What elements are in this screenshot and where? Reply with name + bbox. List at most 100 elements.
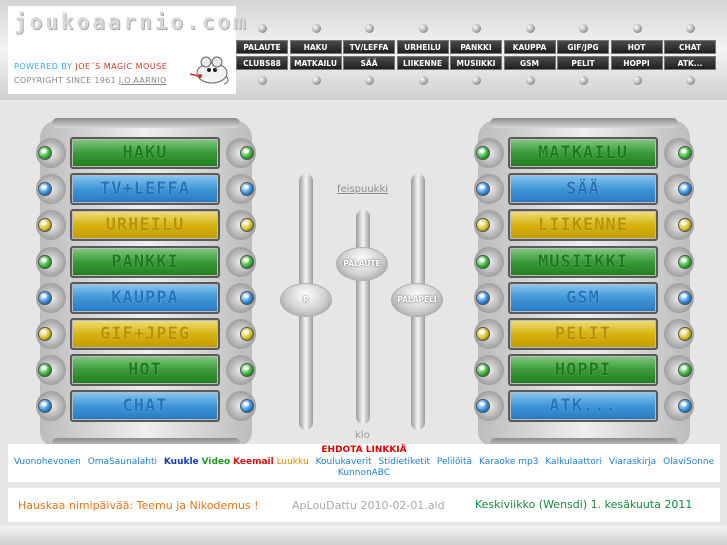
link-stidietiketit[interactable]: Stidietiketit [378, 457, 430, 467]
panel-button-sää[interactable]: SÄÄ [508, 173, 658, 206]
link-kuukle[interactable]: Kuukle Video Keemail Luukku [164, 457, 309, 467]
nav-button[interactable]: KAUPPA [503, 40, 556, 54]
panel-row: CHAT [36, 390, 256, 423]
site-logo[interactable]: joukoaarnio.com [14, 10, 249, 34]
link-vuonohevonen[interactable]: Vuonohevonen [14, 457, 81, 467]
bottom-bar [0, 526, 727, 545]
panel-button-hoppi[interactable]: HOPPI [508, 354, 658, 387]
nav-indicator-dot [365, 24, 374, 33]
nav-button[interactable]: TV/LEFFA [343, 40, 395, 54]
panel-button-gsm[interactable]: GSM [508, 281, 658, 314]
panel-button-pankki[interactable]: PANKKI [70, 245, 220, 278]
nav-button[interactable]: GSM [503, 56, 556, 70]
glass-ball-icon [38, 363, 52, 378]
glass-ball-icon [240, 327, 254, 341]
footer: Hauskaa nimipäivää: Teemu ja Nikodemus !… [8, 488, 720, 522]
nav-indicator-dot [418, 24, 428, 33]
panel-row: PANKKI [36, 245, 256, 278]
nav-dots-top [236, 22, 720, 36]
kuukle-word-1: Kuukle [163, 457, 199, 467]
panel-button-liikenne[interactable]: LIIKENNE [508, 209, 658, 242]
nav-indicator-dot [311, 76, 321, 85]
link-viaraskirja[interactable]: Viaraskirja [609, 457, 656, 467]
nav-button[interactable]: URHEILU [396, 40, 449, 54]
glass-ball-icon [476, 218, 490, 233]
nav-indicator-dot [418, 76, 428, 85]
chrome-knob-icon [36, 282, 66, 313]
nav-button[interactable]: SÄÄ [343, 56, 395, 70]
link-karaoke[interactable]: Karaoke mp3 [479, 457, 538, 467]
nav-button[interactable]: HOT [610, 40, 663, 54]
panel-button-haku[interactable]: HAKU [70, 137, 220, 169]
glass-ball-icon [240, 290, 254, 305]
nav-button[interactable]: MATKAILU [289, 56, 342, 70]
panel-button-label: GIF+JPEG [100, 324, 190, 344]
nav-indicator-dot [258, 24, 267, 33]
glass-ball-icon [38, 254, 52, 269]
glass-ball-icon [678, 363, 692, 378]
panel-button-musiikki[interactable]: MUSIIKKI [508, 245, 658, 278]
panel-button-matkailu[interactable]: MATKAILU [508, 137, 658, 169]
link-kalkulaattori[interactable]: Kalkulaattori [545, 457, 602, 467]
palapeli-slider-knob[interactable]: PALAPELI [391, 283, 443, 317]
link-kunnonabc[interactable]: KunnonABC [338, 468, 390, 478]
nav-button[interactable]: CLUBS88 [236, 56, 288, 70]
panel-button-urheilu[interactable]: URHEILU [70, 209, 220, 242]
panel-button-label: CHAT [122, 396, 168, 417]
chrome-knob-icon [664, 355, 694, 386]
glass-ball-icon [678, 290, 692, 305]
suggest-link-title[interactable]: EHDOTA LINKKIÄ [8, 445, 720, 455]
nav-indicator-dot [632, 76, 642, 85]
chrome-knob-icon [664, 391, 694, 422]
nav-button[interactable]: LIIKENNE [396, 56, 449, 70]
suggested-links: EHDOTA LINKKIÄ Vuonohevonen OmaSaunalaht… [8, 444, 720, 482]
chrome-knob-icon [226, 319, 256, 349]
chrome-knob-icon [664, 282, 694, 313]
nav-button[interactable]: PELIT [557, 56, 609, 70]
palaute-slider-knob[interactable]: PALAUTE [336, 247, 388, 281]
nav-button[interactable]: CHAT [664, 40, 716, 54]
nav-button[interactable]: PANKKI [450, 40, 502, 54]
link-omasaunalahti[interactable]: OmaSaunalahti [88, 457, 157, 467]
link-pelilo[interactable]: Pelilöitä [437, 457, 472, 467]
panel-button-chat[interactable]: CHAT [70, 390, 220, 423]
nav-button[interactable]: ATK... [664, 56, 716, 70]
nav-button[interactable]: MUSIIKKI [450, 56, 502, 70]
panel-row: SÄÄ [474, 173, 694, 206]
nav-indicator-dot [365, 76, 374, 85]
link-koulukaverit[interactable]: Koulukaverit [316, 457, 372, 467]
nav-button[interactable]: HOPPI [610, 56, 663, 70]
glass-ball-icon [678, 218, 692, 233]
glass-ball-icon [476, 290, 490, 305]
panel-row: HOPPI [474, 354, 694, 387]
panel-button-atk[interactable]: ATK... [508, 390, 658, 423]
glass-ball-icon [240, 182, 254, 197]
glass-ball-icon [476, 399, 490, 414]
panel-button-label: TV+LEFFA [100, 179, 190, 200]
copyright-owner[interactable]: J.O.AARNIO [119, 76, 167, 85]
powered-suffix: MAGIC MOUSE [103, 62, 168, 71]
nav-indicator-dot [686, 24, 695, 33]
copyright-prefix: COPYRIGHT SINCE 1961 [14, 76, 116, 85]
top-navigation: PALAUTE HAKU TV/LEFFA URHEILU PANKKI KAUPPA GI… [236, 22, 720, 92]
slider-knob-r[interactable]: R [280, 283, 332, 317]
panel-row: HOT [36, 354, 256, 387]
link-olavisonne[interactable]: OlaviSonne [663, 457, 714, 467]
chrome-knob-icon [36, 355, 66, 386]
panel-button-kauppa[interactable]: KAUPPA [70, 281, 220, 314]
panel-row: ATK... [474, 390, 694, 423]
nav-button[interactable]: HAKU [289, 40, 342, 54]
feispuukki-link[interactable]: feispuukki [337, 184, 388, 195]
panel-button-hot[interactable]: HOT [70, 354, 220, 387]
glass-ball-icon [678, 146, 692, 160]
panel-row: GIF+JPEG [36, 318, 256, 350]
panel-button-tv-leffa[interactable]: TV+LEFFA [70, 173, 220, 206]
slider-rail-middle [356, 210, 370, 424]
panel-button-label: ATK... [549, 396, 617, 417]
nav-button[interactable]: GIF/JPG [557, 40, 609, 54]
links-list: Vuonohevonen OmaSaunalahti Kuukle Video … [8, 457, 720, 479]
nav-button[interactable]: PALAUTE [236, 40, 288, 54]
panel-button-pelit[interactable]: PELIT [508, 318, 658, 350]
panel-button-gif-jpeg[interactable]: GIF+JPEG [70, 318, 220, 350]
copyright-line: COPYRIGHT SINCE 1961 J.O.AARNIO [14, 76, 167, 85]
